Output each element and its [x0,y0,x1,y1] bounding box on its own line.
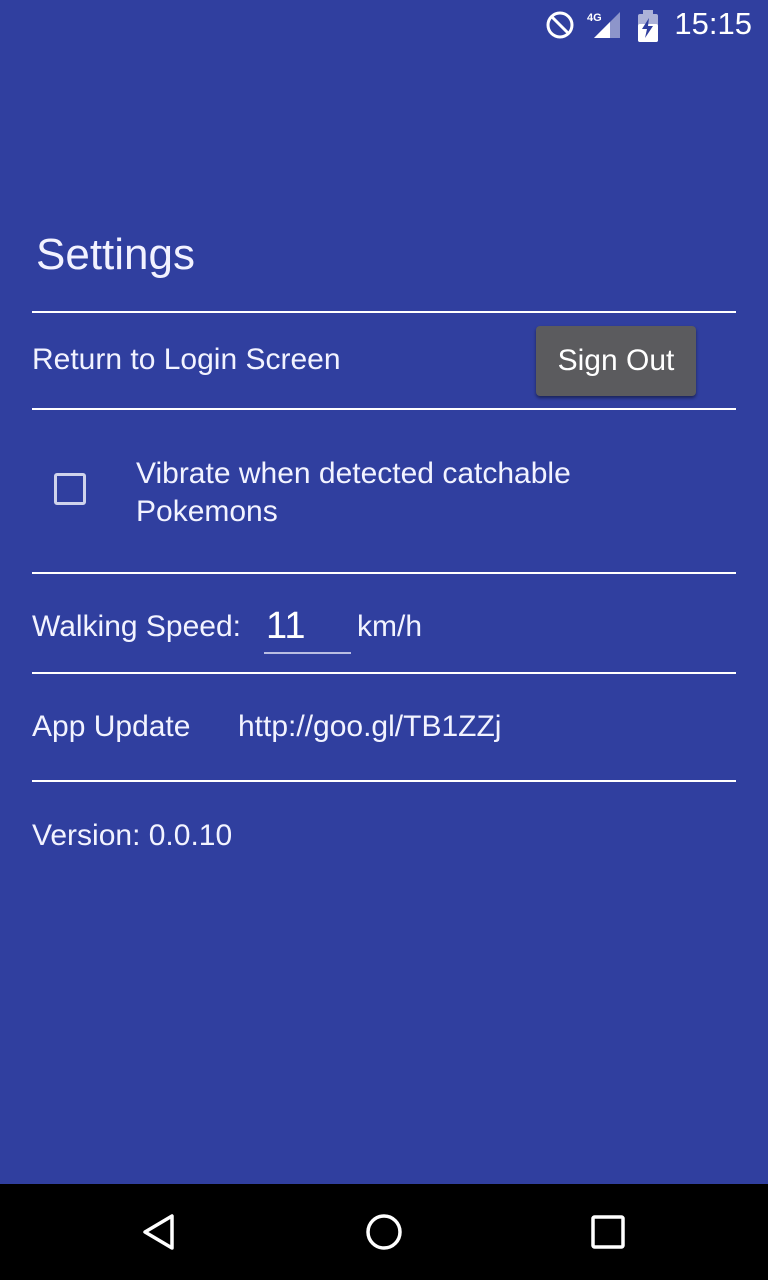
back-icon[interactable] [132,1204,188,1260]
recents-icon[interactable] [580,1204,636,1260]
walking-speed-label: Walking Speed: [32,610,242,643]
walking-speed-input[interactable] [264,600,351,654]
app-update-label: App Update [32,710,191,743]
home-icon[interactable] [356,1204,412,1260]
vibrate-label[interactable]: Vibrate when detected catchable Pokemons [136,455,696,531]
walking-speed-unit: km/h [357,610,423,643]
do-not-disturb-icon [546,11,574,39]
network-type-label: 4G [587,12,602,24]
battery-charging-icon [638,10,658,42]
status-bar: 4G 15:15 [0,0,768,50]
divider [32,572,736,574]
app-update-link[interactable]: http://goo.gl/TB1ZZj [238,710,501,744]
divider [32,408,736,410]
signal-icon: 4G [587,12,620,38]
divider [32,311,736,313]
divider [32,780,736,782]
login-row-label: Return to Login Screen [32,343,341,376]
navigation-bar [0,1184,768,1280]
clock: 15:15 [674,6,752,41]
divider [32,672,736,674]
sign-out-button[interactable]: Sign Out [536,326,696,396]
version-text: Version: 0.0.10 [32,819,233,852]
vibrate-checkbox[interactable] [54,473,86,505]
page-title: Settings [36,230,195,279]
